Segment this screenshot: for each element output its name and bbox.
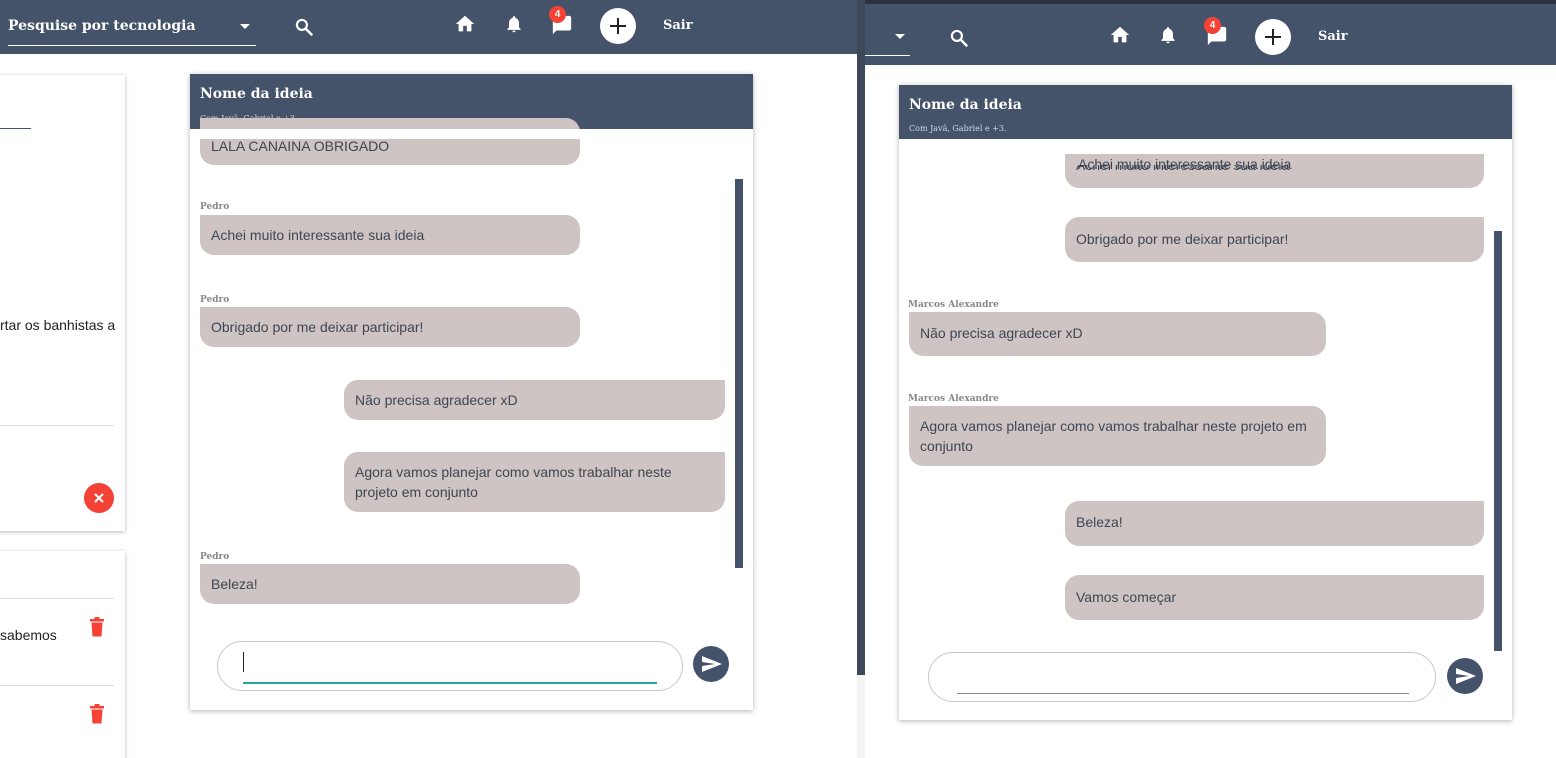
top-navbar: Pesquise por tecnologia 4 Sair [0,0,857,54]
my-message-bubble: Agora vamos planejar como vamos trabalha… [344,452,725,512]
message-bubble-cut: LALA CANAINA OBRIGADO [200,118,580,165]
technology-search-select[interactable] [865,20,910,56]
chat-panel: Nome da ideia Com Javã, Gabriel e +3. Ac… [899,85,1512,720]
delete-icon[interactable] [89,704,105,724]
list-item-snippet: sabemos [0,627,57,643]
message-sender: Pedro [200,552,230,562]
dropdown-caret-icon [895,34,905,39]
send-icon [1456,668,1476,684]
message-sender: Pedro [200,202,230,212]
top-navbar: 4 Sair [865,0,1556,65]
my-message-bubble: Não precisa agradecer xD [344,380,725,420]
remove-idea-button[interactable] [84,483,114,513]
dropdown-caret-icon [240,24,250,29]
chat-scrollbar[interactable] [1494,231,1502,651]
browser-chrome-edge [865,0,1556,4]
send-icon [702,656,722,672]
message-input[interactable] [928,652,1436,702]
message-bubble: Não precisa agradecer xD [909,312,1326,356]
idea-card: rtar os banhistas a [0,75,125,531]
input-underline [957,693,1409,694]
window-divider [857,0,865,675]
send-button[interactable] [1447,658,1483,694]
delete-icon[interactable] [89,617,105,637]
select-underline [865,55,910,56]
technology-search-select[interactable]: Pesquise por tecnologia [8,18,256,46]
right-browser-window: 4 Sair Nome da ideia Com Javã, Gabriel e… [865,0,1556,758]
bell-icon[interactable] [504,13,524,35]
chat-panel: Nome da ideia Com Javã, Gabriel e +3. LA… [190,74,753,710]
message-sender: Marcos Alexandre [908,300,999,310]
text-cursor [243,652,244,672]
list-divider [0,685,114,686]
my-message-bubble: Beleza! [1065,501,1484,546]
technology-search-select-label: Pesquise por tecnologia [8,18,196,34]
left-browser-window: Pesquise por tecnologia 4 Sair rtar os b… [0,0,857,758]
message-input[interactable] [217,641,683,691]
input-underline [243,682,657,684]
card-divider [0,425,114,426]
participants-card: sabemos [0,551,125,758]
message-sender: Pedro [200,295,230,305]
message-bubble: Obrigado por me deixar participar! [200,307,580,347]
search-icon[interactable] [294,17,314,37]
add-idea-button[interactable] [1255,19,1291,55]
notification-count-badge: 4 [1204,17,1221,34]
message-bubble: Agora vamos planejar como vamos trabalha… [909,406,1326,466]
chat-subtitle: Com Javã, Gabriel e +3. [909,124,1007,133]
select-underline [8,45,256,46]
message-bubble: Achei muito interessante sua ideia [200,215,580,255]
search-icon[interactable] [949,28,969,48]
message-text-fragment: Achei muito interessante sua ideia [1078,156,1292,172]
notification-count-badge: 4 [549,6,566,23]
chat-title: Nome da ideia [909,97,1022,113]
message-bubble: Beleza! [200,564,580,604]
bell-icon[interactable] [1158,24,1178,46]
logout-link[interactable]: Sair [663,18,693,33]
list-divider [0,598,114,599]
close-icon [94,493,104,503]
send-button[interactable] [693,646,729,682]
my-message-bubble: Obrigado por me deixar participar! [1065,217,1484,262]
my-message-bubble: Vamos começar [1065,575,1484,620]
chat-header: Nome da ideia Com Javã, Gabriel e +3. [899,85,1512,139]
add-idea-button[interactable] [600,8,636,44]
idea-description-snippet: rtar os banhistas a [0,317,116,333]
chat-scrollbar[interactable] [735,179,743,568]
card-input-underline [0,128,31,129]
message-sender: Marcos Alexandre [908,394,999,404]
chat-title: Nome da ideia [200,86,313,102]
logout-link[interactable]: Sair [1318,29,1348,44]
home-icon[interactable] [1109,24,1131,46]
home-icon[interactable] [454,13,476,35]
